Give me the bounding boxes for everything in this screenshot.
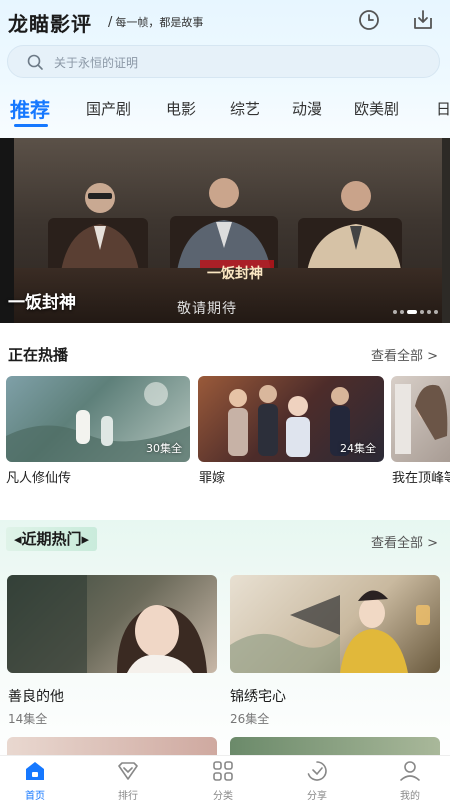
episode-badge: 24集全 — [340, 442, 376, 455]
share-icon — [305, 761, 329, 786]
nav-ranking-label: 排行 — [118, 791, 138, 800]
search-icon — [26, 53, 44, 75]
recent-hot-card-2[interactable] — [230, 575, 440, 673]
recent-hot-see-all[interactable]: 查看全部 > — [371, 532, 438, 551]
download-icon[interactable] — [410, 8, 436, 32]
now-playing-heading: 正在热播 — [8, 346, 69, 364]
tab-recommend[interactable]: 推荐 — [10, 94, 50, 123]
now-playing-title-2[interactable]: 罪嫁 — [199, 467, 383, 486]
nav-home-label: 首页 — [25, 791, 45, 800]
carousel-dot[interactable] — [393, 310, 397, 314]
now-playing-card-1[interactable]: 30集全 — [6, 376, 190, 462]
search-bar[interactable]: 关于永恒的证明 — [7, 45, 440, 78]
nav-profile[interactable]: 我的 — [380, 760, 440, 800]
carousel-dot[interactable] — [434, 310, 438, 314]
home-icon — [23, 762, 47, 786]
recent-hot-title-1[interactable]: 善良的他 — [8, 686, 64, 706]
now-playing-card-3[interactable] — [391, 376, 450, 462]
carousel-dot[interactable] — [400, 310, 404, 314]
nav-category[interactable]: 分类 — [193, 760, 253, 800]
nav-share[interactable]: 分享 — [287, 760, 347, 800]
banner-title: 一饭封神 — [8, 293, 76, 313]
tab-variety[interactable]: 综艺 — [230, 98, 260, 119]
tab-western-drama[interactable]: 欧美剧 — [354, 98, 399, 119]
carousel-dot[interactable] — [427, 310, 431, 314]
recent-hot-heading: ◂近期热门▸ — [6, 527, 98, 551]
now-playing-title-3[interactable]: 我在顶峰等你 — [392, 467, 450, 486]
nav-profile-label: 我的 — [400, 791, 420, 800]
profile-icon — [398, 761, 422, 786]
category-icon — [211, 761, 235, 786]
now-playing-card-2[interactable]: 24集全 — [198, 376, 384, 462]
tab-domestic-drama[interactable]: 国产剧 — [86, 98, 131, 119]
nav-category-label: 分类 — [213, 791, 233, 800]
nav-share-label: 分享 — [307, 791, 327, 800]
carousel-dot[interactable] — [420, 310, 424, 314]
episode-badge: 30集全 — [146, 442, 182, 455]
app-slogan: / 每一帧，都是故事 — [108, 15, 204, 30]
recent-hot-card-1[interactable] — [7, 575, 217, 673]
tab-movie[interactable]: 电影 — [166, 98, 196, 119]
ranking-icon — [116, 762, 140, 786]
search-placeholder: 关于永恒的证明 — [54, 56, 139, 70]
recent-hot-title-2[interactable]: 锦绣宅心 — [230, 686, 286, 706]
recent-hot-card-3[interactable] — [7, 737, 217, 757]
carousel-dot-active[interactable] — [407, 310, 417, 314]
slogan-text: 每一帧，都是故事 — [115, 16, 204, 29]
bottom-navigation: 首页 排行 分类 分享 我的 — [0, 755, 450, 800]
hero-banner[interactable]: 一饭封神 一饭封神 敬请期待 — [0, 138, 450, 323]
banner-tagline: 敬请期待 — [177, 301, 237, 317]
tab-japanese[interactable]: 日 — [436, 98, 450, 119]
now-playing-title-1[interactable]: 凡人修仙传 — [6, 467, 190, 486]
banner-logo-text: 一饭封神 — [207, 266, 263, 282]
recent-hot-episodes-2: 26集全 — [230, 712, 270, 726]
app-name: 龙瞄影评 — [8, 12, 92, 36]
nav-home[interactable]: 首页 — [5, 760, 65, 800]
clock-icon[interactable] — [356, 8, 382, 32]
recent-hot-episodes-1: 14集全 — [8, 712, 48, 726]
recent-hot-card-4[interactable] — [230, 737, 440, 757]
active-tab-indicator — [14, 124, 48, 127]
now-playing-see-all[interactable]: 查看全部 > — [371, 345, 438, 364]
carousel-dots — [390, 310, 438, 314]
nav-ranking[interactable]: 排行 — [98, 760, 158, 800]
recent-hot-heading-text: 近期热门 — [21, 530, 82, 548]
top-header: 龙瞄影评 / 每一帧，都是故事 关于永恒的证明 推荐 国产剧 电影 综艺 动漫 欧… — [0, 0, 450, 138]
category-tabs: 推荐 国产剧 电影 综艺 动漫 欧美剧 日 — [0, 94, 450, 128]
tab-anime[interactable]: 动漫 — [292, 98, 322, 119]
